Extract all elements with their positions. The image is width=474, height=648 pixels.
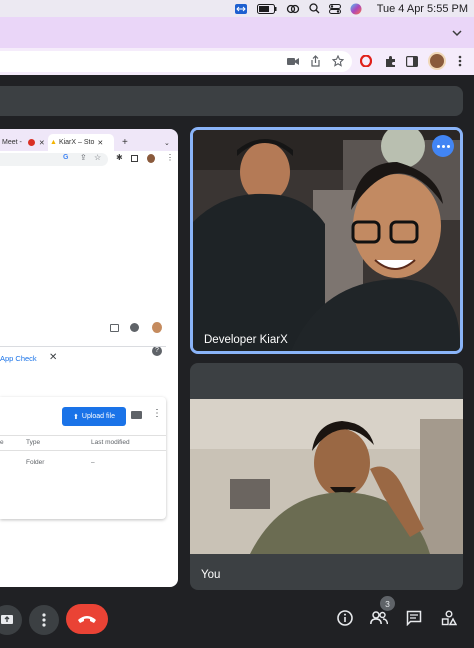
chevron-down-icon: ⌄: [164, 139, 170, 147]
macos-menu-bar: Tue 4 Apr 5:55 PM: [0, 0, 474, 17]
close-icon: ✕: [49, 352, 58, 363]
share-icon: ⇪: [80, 153, 87, 162]
new-tab-icon: +: [122, 137, 128, 148]
chevron-down-icon[interactable]: [450, 26, 464, 40]
opera-icon[interactable]: [358, 53, 374, 69]
siri-icon[interactable]: [350, 0, 362, 17]
sidepanel-icon[interactable]: [404, 53, 420, 69]
shared-tab-meet: Meet - ✕: [0, 134, 45, 151]
hang-up-button[interactable]: [66, 604, 108, 634]
divider: [0, 435, 166, 436]
extensions-icon[interactable]: [382, 53, 398, 69]
close-icon: ✕: [97, 139, 104, 147]
chat-icon: [110, 324, 119, 332]
shared-page: ?: [0, 168, 178, 587]
cell-type: Folder: [26, 459, 45, 466]
participant-count-badge: 3: [380, 596, 395, 611]
help-icon: ?: [152, 346, 162, 356]
info-icon: [337, 610, 353, 626]
activities-icon: [441, 610, 457, 626]
extensions-icon: ✱: [116, 153, 123, 162]
column-header-type: Type: [26, 439, 41, 446]
share-icon[interactable]: [307, 53, 323, 69]
participant-name: Developer KiarX: [204, 334, 288, 346]
record-icon: [27, 139, 35, 146]
more-vert-icon: [42, 613, 46, 627]
bookmark-star-icon[interactable]: [330, 53, 346, 69]
control-center-icon[interactable]: [328, 0, 341, 17]
call-controls: [0, 596, 474, 648]
activities-button[interactable]: [440, 609, 458, 627]
close-icon: ✕: [38, 139, 45, 147]
link-icon[interactable]: [286, 0, 300, 17]
meeting-details-button[interactable]: [336, 609, 354, 627]
profile-avatar: [147, 154, 155, 163]
chat-button[interactable]: [405, 609, 423, 627]
search-icon[interactable]: [309, 0, 320, 17]
files-card: ⬆ Upload file ⋮ e Type Last modified Fol…: [0, 397, 166, 519]
divider: [0, 346, 166, 347]
shared-toolbar: G ⇪ ☆ ✱ ⋮: [0, 151, 178, 168]
shared-tab-label: KiarX – Sto: [58, 139, 95, 146]
shared-tab-strip: Meet - ✕ ▲ KiarX – Sto ✕ + ⌄: [0, 129, 178, 151]
chat-icon: [406, 610, 422, 626]
self-video: [190, 399, 463, 554]
app-check-link: App Check: [0, 354, 37, 363]
profile-avatar[interactable]: [428, 52, 446, 70]
menu-icon: ⋮: [166, 153, 174, 162]
teamviewer-icon[interactable]: [234, 0, 248, 17]
people-button[interactable]: [370, 609, 388, 627]
upload-file-label: Upload file: [81, 413, 115, 420]
column-header-name: e: [0, 439, 4, 446]
presentation-tile[interactable]: Meet - ✕ ▲ KiarX – Sto ✕ + ⌄ G ⇪ ☆ ✱ ⋮ ?…: [0, 129, 178, 587]
divider: [0, 450, 166, 451]
shared-tab-active: ▲ KiarX – Sto ✕: [48, 134, 114, 151]
google-icon: G: [63, 154, 69, 161]
present-screen-button[interactable]: [0, 605, 22, 635]
notification-icon: [130, 323, 139, 332]
menu-icon[interactable]: [452, 53, 468, 69]
upload-icon: ⬆: [73, 413, 79, 421]
participant-video: [193, 130, 460, 351]
people-icon: [370, 611, 388, 625]
sidepanel-icon: [131, 155, 138, 162]
browser-toolbar: [0, 48, 474, 75]
folder-add-icon: [131, 411, 142, 419]
bookmark-star-icon: ☆: [94, 153, 102, 162]
participant-name: You: [201, 569, 221, 581]
participant-tile-self[interactable]: You: [190, 363, 463, 590]
shared-address-bar: [0, 153, 108, 166]
browser-tab-strip: [0, 17, 474, 48]
user-avatar: [152, 322, 162, 333]
more-options-button[interactable]: [432, 135, 454, 157]
more-vert-icon: ⋮: [152, 408, 162, 419]
upload-file-button: ⬆ Upload file: [62, 407, 126, 426]
battery-icon[interactable]: [256, 0, 277, 17]
participant-tile[interactable]: Developer KiarX: [190, 127, 463, 354]
column-header-modified: Last modified: [91, 439, 130, 446]
camera-icon[interactable]: [285, 53, 301, 69]
call-end-icon: [78, 616, 96, 623]
meet-info-bar: [0, 86, 463, 116]
present-icon: [1, 615, 13, 624]
shared-tab-label: Meet -: [2, 139, 22, 146]
more-options-button[interactable]: [29, 605, 59, 635]
firebase-icon: ▲: [50, 139, 57, 146]
cell-modified: –: [91, 459, 95, 466]
menubar-datetime[interactable]: Tue 4 Apr 5:55 PM: [377, 0, 468, 17]
